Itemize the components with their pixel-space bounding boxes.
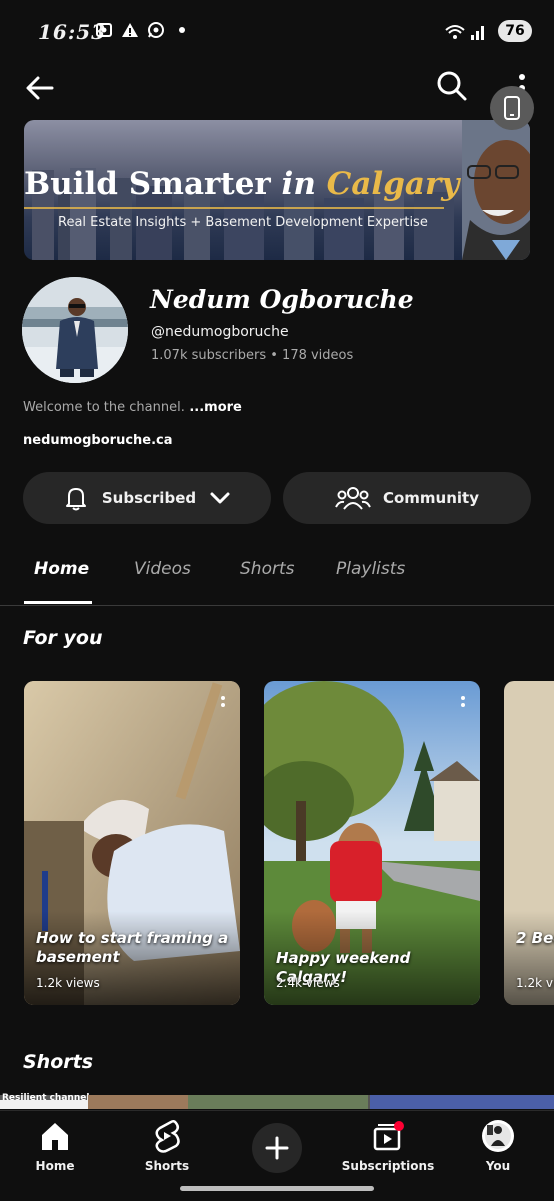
card-more-icon (461, 696, 465, 707)
community-icon (335, 487, 371, 510)
nav-home-label: Home (35, 1159, 75, 1173)
video-title: How to start framing a basement (36, 929, 229, 966)
channel-banner: Build Smarter in Calgary Real Estate Ins… (24, 120, 530, 260)
video-card[interactable]: 2 Bed Suite 1.2k vi (504, 681, 554, 1005)
back-button[interactable] (22, 70, 58, 106)
status-icons (94, 20, 192, 40)
active-tab-indicator (24, 601, 92, 604)
signal-icons (444, 22, 488, 46)
tab-shorts[interactable]: Shorts (240, 559, 294, 579)
tab-playlists[interactable]: Playlists (336, 559, 405, 579)
nav-you-label: You (485, 1159, 511, 1173)
status-bar: 16:53 76 (0, 0, 554, 62)
subscribed-button[interactable]: Subscribed (23, 472, 271, 524)
nav-you[interactable]: You (453, 1119, 543, 1173)
nav-shorts-label: Shorts (144, 1159, 190, 1173)
chevron-down-icon (210, 492, 230, 504)
back-arrow-icon (26, 76, 54, 100)
channel-stats: 1.07k subscribers • 178 videos (151, 348, 354, 363)
video-title: 2 Bed Suite (516, 929, 554, 947)
whatsapp-icon (146, 20, 166, 40)
dot-icon (172, 20, 192, 40)
channel-description[interactable]: Welcome to the channel. ...more (23, 400, 242, 415)
signal-icon (471, 26, 484, 40)
channel-handle: @nedumogboruche (151, 324, 289, 340)
nav-subscriptions[interactable]: Subscriptions (341, 1119, 435, 1173)
battery-indicator: 76 (498, 20, 532, 42)
video-thumbnail (504, 681, 554, 1005)
bell-icon (65, 488, 86, 511)
shorts-preview-strip[interactable]: Resilient channels (0, 1093, 554, 1109)
tab-videos[interactable]: Videos (134, 559, 191, 579)
home-icon (38, 1119, 72, 1153)
nav-subscriptions-label: Subscriptions (341, 1159, 435, 1173)
video-views: 1.2k vi (516, 976, 554, 990)
banner-subtitle: Real Estate Insights + Basement Developm… (58, 215, 428, 230)
create-plus-icon (265, 1136, 289, 1160)
tab-home[interactable]: Home (34, 559, 89, 579)
channel-website-link[interactable]: nedumogboruche.ca (23, 433, 173, 448)
device-toggle-button[interactable] (490, 86, 534, 130)
video-card[interactable]: Happy weekend Calgary! 2.4k views (264, 681, 480, 1005)
wifi-icon (445, 25, 465, 39)
for-you-heading: For you (23, 627, 103, 649)
screenshot-icon (94, 20, 114, 40)
shorts-heading: Shorts (23, 1051, 94, 1073)
video-views: 2.4k views (276, 976, 340, 990)
presenter-photo (462, 120, 530, 260)
more-link[interactable]: ...more (185, 400, 242, 415)
video-views: 1.2k views (36, 976, 100, 990)
home-indicator[interactable] (180, 1186, 374, 1191)
banner-title: Build Smarter in Calgary (24, 166, 460, 202)
create-button[interactable] (252, 1123, 302, 1173)
subscribed-label: Subscribed (101, 489, 197, 507)
shorts-icon (150, 1119, 184, 1153)
channel-name: Nedum Ogboruche (150, 285, 414, 314)
search-icon (437, 71, 467, 101)
warning-icon (120, 20, 140, 40)
you-avatar-icon (481, 1119, 515, 1153)
community-label: Community (382, 489, 480, 507)
video-card[interactable]: How to start framing a basement 1.2k vie… (24, 681, 240, 1005)
nav-shorts[interactable]: Shorts (122, 1119, 212, 1173)
card-more-icon (221, 696, 225, 707)
banner-divider (24, 207, 444, 209)
channel-avatar[interactable] (22, 277, 128, 383)
nav-home[interactable]: Home (10, 1119, 100, 1173)
channel-tabs: Home Videos Shorts Playlists (0, 545, 554, 606)
community-button[interactable]: Community (283, 472, 531, 524)
search-button[interactable] (434, 68, 470, 104)
phone-icon (504, 96, 520, 120)
subscriptions-icon (371, 1119, 405, 1153)
